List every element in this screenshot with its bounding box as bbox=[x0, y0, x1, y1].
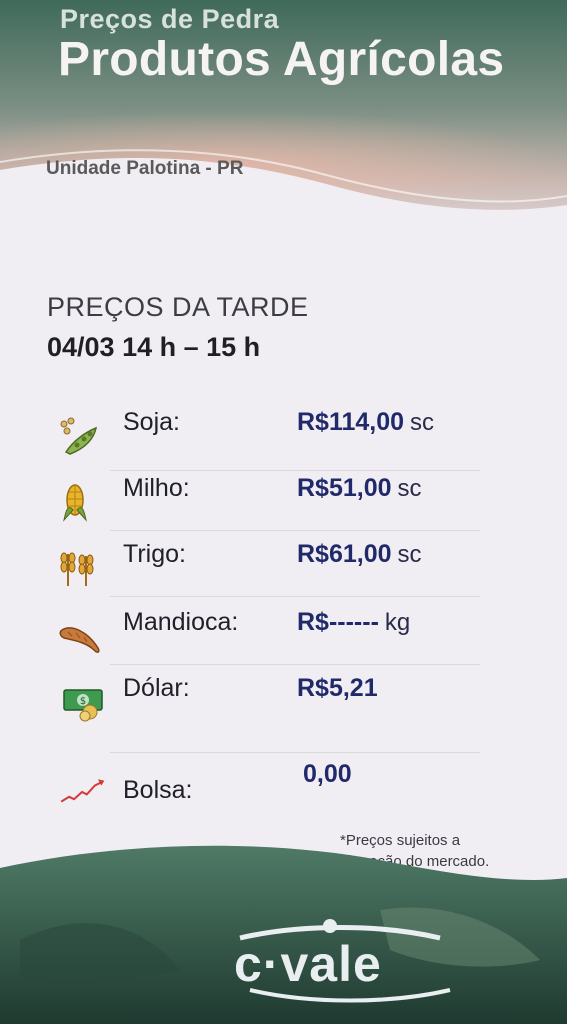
price-value-soja: R$114,00 sc bbox=[297, 408, 434, 437]
date-time-range: 04/03 14 h – 15 h bbox=[47, 332, 261, 362]
price-label-trigo: Trigo: bbox=[123, 540, 186, 568]
corn-icon bbox=[63, 484, 87, 522]
price-row-milho: Milho: R$51,00 sc bbox=[0, 466, 567, 526]
price-label-milho: Milho: bbox=[123, 474, 190, 502]
price-value-bolsa: 0,00 bbox=[303, 760, 352, 789]
price-label-mandioca: Mandioca: bbox=[123, 608, 239, 636]
price-label-soja: Soja: bbox=[123, 408, 180, 436]
price-unit-milho: sc bbox=[397, 475, 422, 502]
dollar-icon: $ bbox=[63, 689, 103, 722]
row-divider bbox=[110, 596, 480, 597]
price-board-screen: Preços de Pedra Produtos Agrícolas Unida… bbox=[0, 0, 567, 1024]
price-amount-dolar: R$5,21 bbox=[297, 674, 378, 702]
price-row-bolsa: Bolsa: 0,00 bbox=[0, 756, 567, 816]
price-unit-soja: sc bbox=[410, 409, 435, 436]
stock-chart-icon bbox=[60, 779, 105, 803]
row-divider bbox=[110, 530, 480, 531]
svg-text:$: $ bbox=[80, 696, 86, 707]
header-title: Produtos Agrícolas bbox=[58, 33, 505, 86]
price-unit-trigo: sc bbox=[397, 541, 422, 568]
price-amount-mandioca: R$------ bbox=[297, 608, 379, 636]
price-row-dolar: $ Dólar: R$5,21 bbox=[0, 666, 567, 726]
price-row-trigo: Trigo: R$61,00 sc bbox=[0, 532, 567, 592]
price-value-mandioca: R$------ kg bbox=[297, 608, 410, 637]
price-amount-trigo: R$61,00 bbox=[297, 540, 392, 568]
price-value-dolar: R$5,21 bbox=[297, 674, 378, 703]
price-label-dolar: Dólar: bbox=[123, 674, 190, 702]
header-subtitle: Preços de Pedra bbox=[60, 4, 280, 34]
price-value-milho: R$51,00 sc bbox=[297, 474, 422, 503]
footer-background bbox=[0, 845, 567, 1024]
row-divider bbox=[110, 752, 480, 753]
price-unit-mandioca: kg bbox=[384, 609, 411, 636]
price-amount-milho: R$51,00 bbox=[297, 474, 392, 502]
price-value-trigo: R$61,00 sc bbox=[297, 540, 422, 569]
price-row-mandioca: Mandioca: R$------ kg bbox=[0, 600, 567, 660]
row-divider bbox=[110, 664, 480, 665]
price-label-bolsa: Bolsa: bbox=[123, 776, 193, 804]
cassava-icon bbox=[59, 627, 100, 653]
price-amount-soja: R$114,00 bbox=[297, 408, 405, 436]
wheat-icon bbox=[60, 552, 94, 586]
price-row-soja: Soja: R$114,00 sc bbox=[0, 400, 567, 460]
soy-icon bbox=[60, 417, 98, 455]
price-amount-bolsa: 0,00 bbox=[303, 760, 352, 788]
cvale-logo: c·vale bbox=[234, 936, 382, 992]
header-wave bbox=[0, 149, 567, 270]
unit-location: Unidade Palotina - PR bbox=[46, 158, 244, 179]
period-label: PREÇOS DA TARDE bbox=[47, 292, 309, 322]
